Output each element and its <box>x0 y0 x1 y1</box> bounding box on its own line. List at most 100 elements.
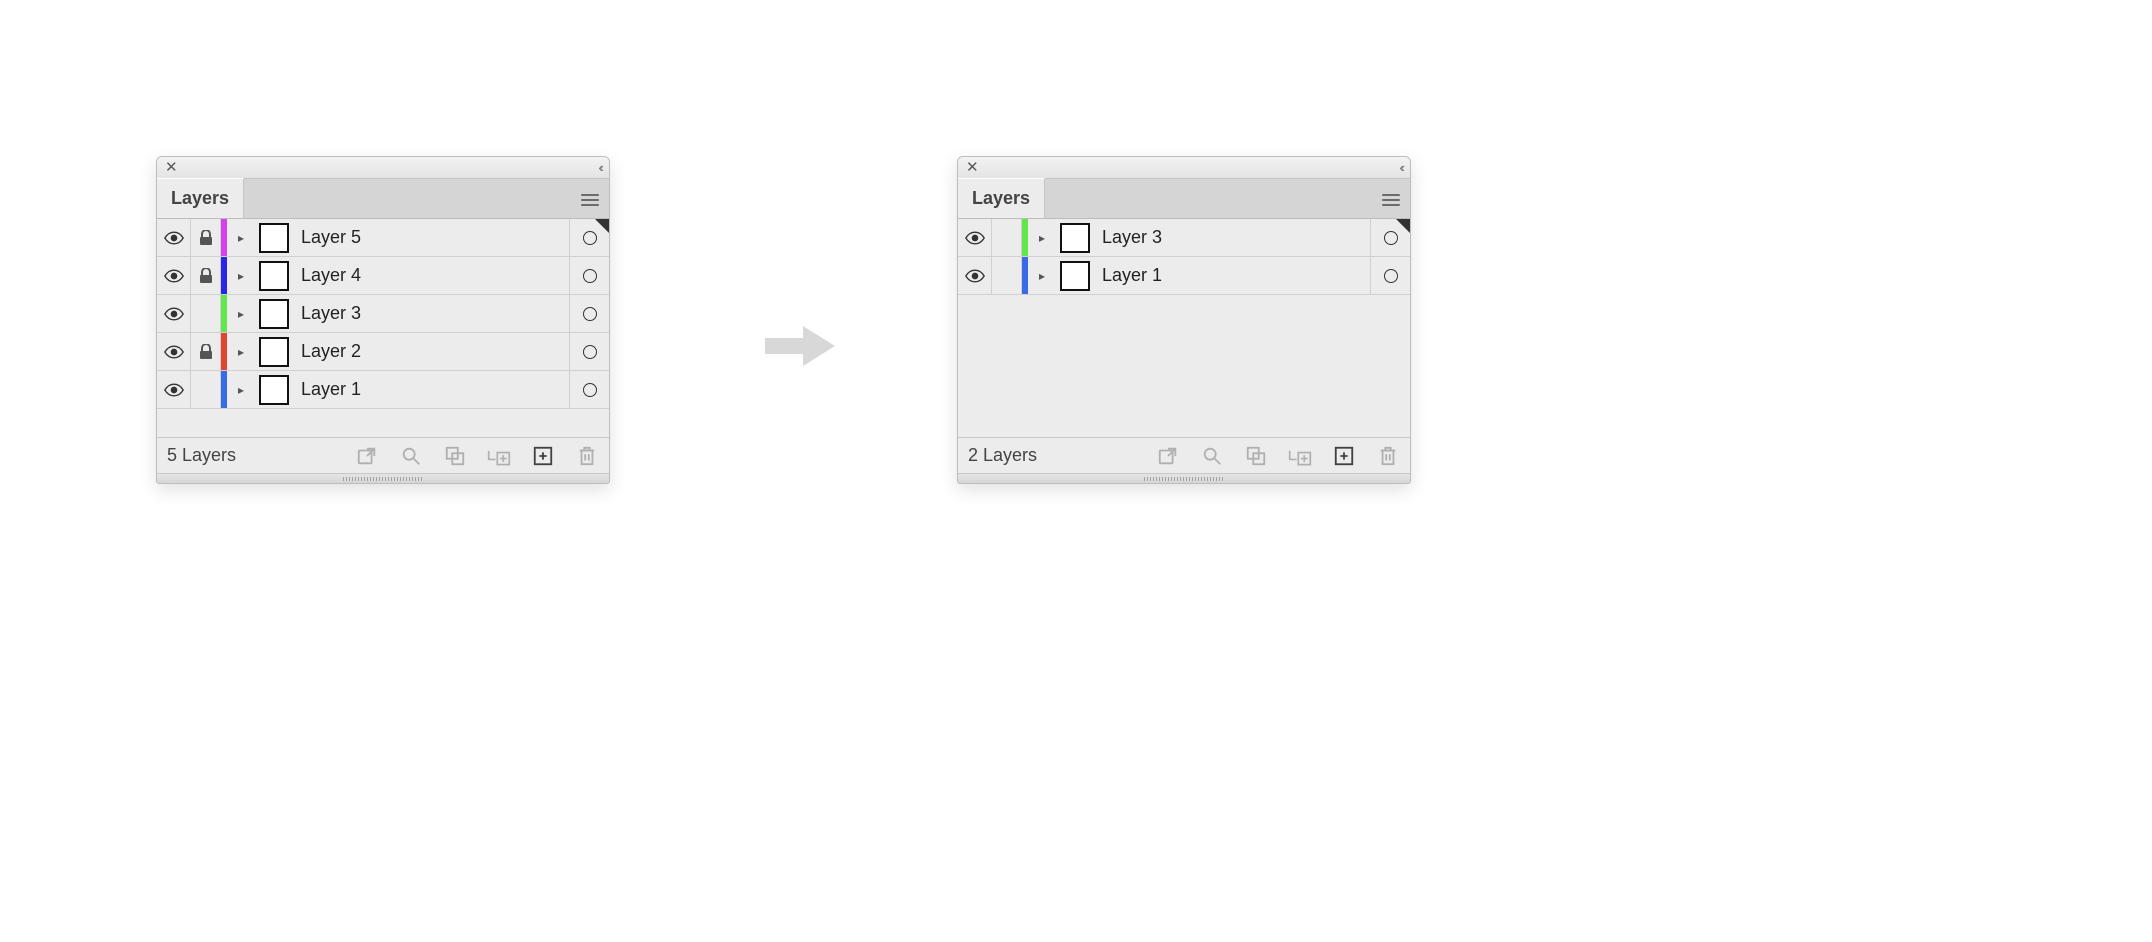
layer-color-indicator <box>221 219 229 256</box>
target-selector[interactable] <box>1370 257 1410 294</box>
resize-handle[interactable] <box>157 473 609 483</box>
layer-name[interactable]: Layer 3 <box>295 295 569 332</box>
new-sublayer-icon[interactable] <box>487 444 511 468</box>
visibility-toggle[interactable] <box>157 219 191 256</box>
layer-name[interactable]: Layer 5 <box>295 219 569 256</box>
layer-row[interactable]: ▸ Layer 1 <box>958 257 1410 295</box>
arrow-right-icon <box>760 316 840 381</box>
disclosure-toggle[interactable]: ▸ <box>229 295 253 332</box>
layer-thumbnail[interactable] <box>253 295 295 332</box>
lock-toggle[interactable] <box>992 257 1022 294</box>
target-selector[interactable] <box>569 295 609 332</box>
layer-row[interactable]: ▸ Layer 4 <box>157 257 609 295</box>
disclosure-toggle[interactable]: ▸ <box>229 219 253 256</box>
collapse-icon[interactable]: ‹‹ <box>1399 160 1402 175</box>
lock-toggle[interactable] <box>191 295 221 332</box>
layer-count-label: 5 Layers <box>167 445 236 466</box>
lock-toggle[interactable] <box>191 371 221 408</box>
lock-icon <box>199 230 213 246</box>
target-circle-icon <box>583 269 597 283</box>
eye-icon <box>965 231 985 245</box>
layer-thumbnail[interactable] <box>1054 219 1096 256</box>
new-layer-icon[interactable] <box>1332 444 1356 468</box>
visibility-toggle[interactable] <box>157 371 191 408</box>
export-icon[interactable] <box>355 444 379 468</box>
resize-handle[interactable] <box>958 473 1410 483</box>
close-icon[interactable]: ✕ <box>165 160 178 175</box>
disclosure-toggle[interactable]: ▸ <box>229 371 253 408</box>
layer-color-indicator <box>221 295 229 332</box>
layer-name[interactable]: Layer 1 <box>295 371 569 408</box>
layer-thumbnail[interactable] <box>253 333 295 370</box>
lock-toggle[interactable] <box>191 257 221 294</box>
visibility-toggle[interactable] <box>958 219 992 256</box>
layer-thumbnail[interactable] <box>253 257 295 294</box>
lock-toggle[interactable] <box>191 333 221 370</box>
layer-color-indicator <box>1022 257 1030 294</box>
layer-row[interactable]: ▸ Layer 3 <box>958 219 1410 257</box>
panel-menu-icon[interactable] <box>581 191 599 209</box>
layer-row[interactable]: ▸ Layer 3 <box>157 295 609 333</box>
clipping-mask-icon[interactable] <box>1244 444 1268 468</box>
search-icon[interactable] <box>1200 444 1224 468</box>
lock-icon <box>199 268 213 284</box>
disclosure-toggle[interactable]: ▸ <box>229 333 253 370</box>
lock-icon <box>199 344 213 360</box>
new-sublayer-icon[interactable] <box>1288 444 1312 468</box>
layer-row[interactable]: ▸ Layer 1 <box>157 371 609 409</box>
layer-thumbnail[interactable] <box>1054 257 1096 294</box>
panel-footer: 2 Layers <box>958 437 1410 473</box>
tab-bar: Layers <box>157 179 609 219</box>
disclosure-toggle[interactable]: ▸ <box>229 257 253 294</box>
target-circle-icon <box>583 307 597 321</box>
lock-toggle[interactable] <box>992 219 1022 256</box>
target-selector[interactable] <box>569 333 609 370</box>
eye-icon <box>164 307 184 321</box>
layer-row[interactable]: ▸ Layer 2 <box>157 333 609 371</box>
panel-menu-icon[interactable] <box>1382 191 1400 209</box>
layer-name[interactable]: Layer 4 <box>295 257 569 294</box>
panel-titlebar[interactable]: ✕ ‹‹ <box>958 157 1410 179</box>
tab-bar: Layers <box>958 179 1410 219</box>
visibility-toggle[interactable] <box>157 295 191 332</box>
eye-icon <box>164 345 184 359</box>
layer-name[interactable]: Layer 3 <box>1096 219 1370 256</box>
layer-list: ▸ Layer 5 ▸ Layer 4 ▸ L <box>157 219 609 437</box>
target-selector[interactable] <box>569 371 609 408</box>
visibility-toggle[interactable] <box>958 257 992 294</box>
panel-titlebar[interactable]: ✕ ‹‹ <box>157 157 609 179</box>
new-layer-icon[interactable] <box>531 444 555 468</box>
close-icon[interactable]: ✕ <box>966 160 979 175</box>
target-selector[interactable] <box>569 257 609 294</box>
layer-list: ▸ Layer 3 ▸ Layer 1 <box>958 219 1410 437</box>
layer-row[interactable]: ▸ Layer 5 <box>157 219 609 257</box>
layer-name[interactable]: Layer 1 <box>1096 257 1370 294</box>
clipping-mask-icon[interactable] <box>443 444 467 468</box>
options-corner-icon[interactable] <box>1396 219 1410 233</box>
layer-name[interactable]: Layer 2 <box>295 333 569 370</box>
layer-thumbnail[interactable] <box>253 219 295 256</box>
disclosure-toggle[interactable]: ▸ <box>1030 219 1054 256</box>
search-icon[interactable] <box>399 444 423 468</box>
disclosure-toggle[interactable]: ▸ <box>1030 257 1054 294</box>
visibility-toggle[interactable] <box>157 333 191 370</box>
layer-thumbnail[interactable] <box>253 371 295 408</box>
export-icon[interactable] <box>1156 444 1180 468</box>
tab-layers[interactable]: Layers <box>958 178 1045 218</box>
eye-icon <box>164 269 184 283</box>
layer-color-indicator <box>1022 219 1030 256</box>
target-circle-icon <box>1384 269 1398 283</box>
layer-color-indicator <box>221 333 229 370</box>
options-corner-icon[interactable] <box>595 219 609 233</box>
layer-color-indicator <box>221 257 229 294</box>
visibility-toggle[interactable] <box>157 257 191 294</box>
trash-icon[interactable] <box>575 444 599 468</box>
trash-icon[interactable] <box>1376 444 1400 468</box>
lock-toggle[interactable] <box>191 219 221 256</box>
tab-layers[interactable]: Layers <box>157 178 244 218</box>
layers-panel-before: ✕ ‹‹ Layers ▸ Layer 5 <box>156 156 610 484</box>
layer-count-label: 2 Layers <box>968 445 1037 466</box>
layers-panel-after: ✕ ‹‹ Layers ▸ Layer 3 ▸ Layer 1 <box>957 156 1411 484</box>
eye-icon <box>164 231 184 245</box>
collapse-icon[interactable]: ‹‹ <box>598 160 601 175</box>
